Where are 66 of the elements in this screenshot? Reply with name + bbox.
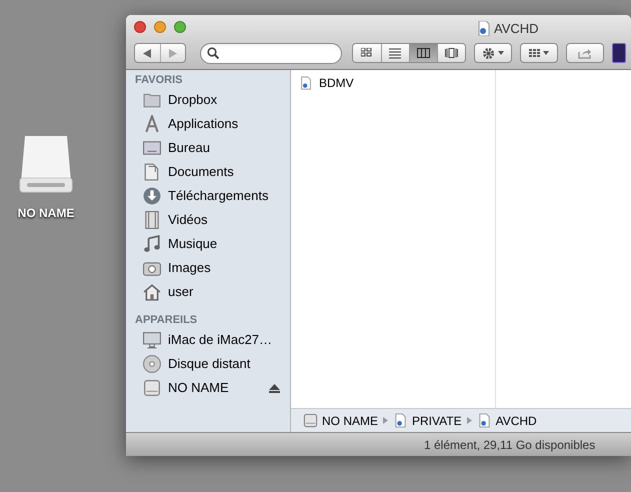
document-icon xyxy=(478,21,490,36)
view-mode-button[interactable] xyxy=(353,44,381,62)
arrange-button[interactable] xyxy=(520,43,558,63)
section-heading: APPAREILS xyxy=(134,312,198,328)
sidebar-item[interactable]: iMac de iMac27… xyxy=(168,330,272,350)
sidebar-item[interactable]: Documents xyxy=(168,162,234,182)
columns-view-icon xyxy=(417,48,430,58)
download-icon xyxy=(143,187,161,205)
compass-icon xyxy=(143,115,161,133)
house-icon xyxy=(143,283,161,301)
status-text: 1 élément, 29,11 Go disponibles xyxy=(424,436,596,454)
chevron-icon xyxy=(466,417,472,424)
close-button[interactable] xyxy=(134,21,146,33)
icons-view-icon xyxy=(360,48,374,58)
action-button[interactable] xyxy=(474,43,512,63)
view-mode-button[interactable] xyxy=(381,44,409,62)
search-field[interactable] xyxy=(200,42,342,64)
path-item[interactable]: NO NAME xyxy=(322,412,378,430)
document-icon xyxy=(476,413,492,428)
zoom-button[interactable] xyxy=(174,21,186,33)
back-icon[interactable] xyxy=(143,48,152,58)
monitor-icon xyxy=(143,331,161,349)
list-view-icon xyxy=(389,48,402,58)
sidebar-item[interactable]: user xyxy=(168,282,194,302)
path-item[interactable]: PRIVATE xyxy=(412,412,462,430)
desktop-icon xyxy=(143,139,161,157)
coverflow-view-icon xyxy=(445,48,458,58)
view-mode-button[interactable] xyxy=(437,44,465,62)
drive-label: NO NAME xyxy=(18,205,74,222)
caret-icon xyxy=(543,51,549,55)
caret-icon xyxy=(498,51,504,55)
sidebar-item[interactable]: Bureau xyxy=(168,138,210,158)
sidebar-item[interactable]: Disque distant xyxy=(168,354,250,374)
file-name[interactable]: BDMV xyxy=(319,74,354,92)
sidebar-item[interactable]: Images xyxy=(168,258,211,278)
sidebar-item[interactable]: Musique xyxy=(168,234,218,254)
drive-icon xyxy=(143,379,161,397)
view-mode-button[interactable] xyxy=(409,44,437,62)
eject-icon[interactable] xyxy=(269,384,280,392)
document-icon xyxy=(143,163,161,181)
chevron-icon xyxy=(383,417,388,424)
share-button[interactable] xyxy=(566,43,604,63)
film-icon xyxy=(143,211,161,229)
sidebar-item[interactable]: NO NAME xyxy=(168,378,229,398)
sidebar-item[interactable]: Dropbox xyxy=(168,90,218,110)
minimize-button[interactable] xyxy=(154,21,166,33)
section-heading: FAVORIS xyxy=(134,72,184,88)
document-icon xyxy=(393,413,408,428)
folder-icon xyxy=(143,91,161,109)
sidebar-item[interactable]: Téléchargements xyxy=(168,186,268,206)
share-icon xyxy=(578,48,592,58)
drive-icon[interactable] xyxy=(17,134,75,194)
app-icon[interactable] xyxy=(612,43,626,63)
gear-icon xyxy=(482,46,495,60)
path-item[interactable]: AVCHD xyxy=(496,412,537,430)
search-icon xyxy=(207,47,219,59)
sidebar-item[interactable]: Applications xyxy=(168,114,238,134)
view-mode-control[interactable] xyxy=(352,43,466,63)
drive-icon xyxy=(303,413,318,428)
music-note-icon xyxy=(143,235,161,253)
sidebar-item[interactable]: Vidéos xyxy=(168,210,208,230)
document-icon xyxy=(299,76,313,90)
window-title: AVCHD xyxy=(494,20,539,38)
disc-icon xyxy=(143,355,161,373)
grid-icon xyxy=(529,49,540,57)
back-forward-control[interactable] xyxy=(134,43,186,63)
